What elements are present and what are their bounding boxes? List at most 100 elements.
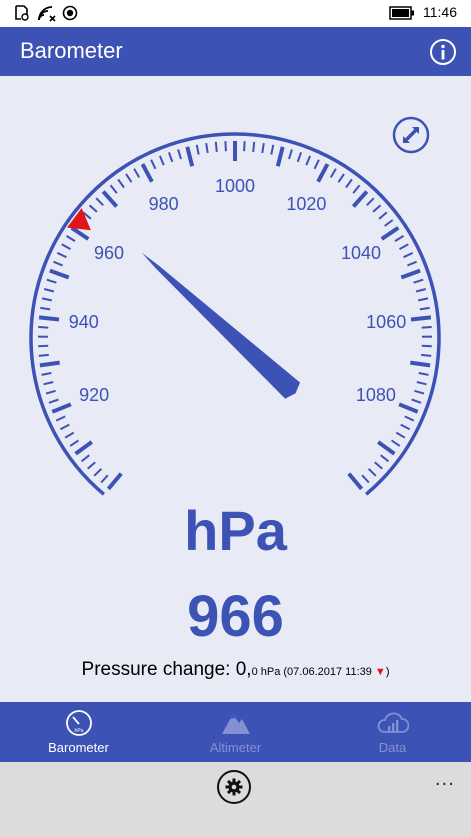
minor-tick xyxy=(38,326,49,329)
minor-tick xyxy=(205,142,209,154)
minor-tick xyxy=(380,454,390,463)
minor-tick xyxy=(150,159,157,170)
minor-tick xyxy=(367,468,377,477)
major-tick xyxy=(39,360,60,368)
cloud-chart-icon xyxy=(377,712,409,733)
minor-tick xyxy=(407,260,417,267)
tab-label: Barometer xyxy=(48,740,109,755)
pressure-value: 966 xyxy=(187,584,284,649)
major-tick xyxy=(398,402,419,414)
minor-tick xyxy=(125,173,133,183)
major-tick xyxy=(351,190,369,208)
minor-tick xyxy=(415,288,427,293)
major-tick xyxy=(74,440,93,456)
minor-tick xyxy=(378,211,388,220)
major-tick xyxy=(347,472,364,491)
minor-tick xyxy=(403,251,414,259)
minor-tick xyxy=(177,149,182,160)
gauge-label: 1040 xyxy=(341,243,381,263)
major-tick xyxy=(106,472,123,491)
gauge-label: 940 xyxy=(69,312,99,332)
minor-tick xyxy=(59,423,70,431)
minor-tick xyxy=(214,141,218,152)
info-icon[interactable] xyxy=(429,38,457,66)
major-tick xyxy=(377,440,396,456)
title-bar: Barometer xyxy=(0,27,471,76)
minor-tick xyxy=(40,306,51,311)
settings-button[interactable] xyxy=(217,770,251,804)
minor-tick xyxy=(48,398,59,404)
expand-icon[interactable] xyxy=(392,116,430,154)
major-tick xyxy=(185,146,195,167)
tab-altimeter[interactable]: Altimeter xyxy=(157,702,314,762)
tab-barometer[interactable]: hPa Barometer xyxy=(0,702,157,762)
major-tick xyxy=(51,402,72,414)
minor-tick xyxy=(366,197,375,207)
major-tick xyxy=(410,360,431,368)
app-bar: ··· xyxy=(0,762,471,837)
minor-tick xyxy=(411,398,422,404)
major-tick xyxy=(38,315,60,322)
minor-tick xyxy=(55,415,66,422)
tab-label: Altimeter xyxy=(209,740,262,755)
minor-tick xyxy=(195,144,200,155)
minor-tick xyxy=(56,251,67,259)
status-bar: 11:46 xyxy=(0,0,471,27)
minor-tick xyxy=(109,184,118,194)
minor-tick xyxy=(53,260,63,267)
unit-label: hPa xyxy=(184,499,287,562)
minor-tick xyxy=(305,155,312,166)
minor-tick xyxy=(419,306,430,311)
trend-down-icon: ▼ xyxy=(374,666,386,678)
minor-tick xyxy=(329,168,337,178)
more-button[interactable]: ··· xyxy=(435,774,455,795)
gauge-label: 980 xyxy=(149,194,179,214)
major-tick xyxy=(49,268,70,280)
tab-data[interactable]: Data xyxy=(314,702,471,762)
major-tick xyxy=(140,163,154,183)
pressure-change-detail: 0 hPa (07.06.2017 11:39 xyxy=(251,666,375,678)
gauge-needle xyxy=(142,253,300,399)
minor-tick xyxy=(395,431,406,439)
minor-tick xyxy=(38,353,49,357)
minor-tick xyxy=(404,415,415,422)
gauge-label: 1060 xyxy=(366,312,406,332)
gear-icon xyxy=(225,778,243,796)
minor-tick xyxy=(95,197,104,207)
minor-tick xyxy=(390,439,401,447)
svg-text:hPa: hPa xyxy=(75,728,84,734)
minor-tick xyxy=(421,353,432,357)
minor-tick xyxy=(93,468,103,477)
minor-tick xyxy=(345,178,353,189)
minor-tick xyxy=(270,144,275,155)
major-tick xyxy=(410,315,432,322)
minor-tick xyxy=(100,474,109,484)
major-tick xyxy=(275,146,285,167)
minor-tick xyxy=(243,141,246,152)
minor-tick xyxy=(41,297,52,302)
battery-icon xyxy=(389,6,414,20)
notification-icon xyxy=(15,5,29,21)
barometer-gauge: 920 940 960 980 1000 1020 1040 1060 1080 xyxy=(29,116,441,496)
minor-tick xyxy=(158,155,165,166)
minor-tick xyxy=(167,152,174,163)
pressure-change-close: ) xyxy=(385,666,390,678)
record-icon xyxy=(62,5,78,21)
minor-tick xyxy=(261,142,265,154)
minor-tick xyxy=(418,372,429,376)
major-tick xyxy=(380,226,400,241)
minor-tick xyxy=(421,326,432,329)
minor-tick xyxy=(61,243,71,250)
minor-tick xyxy=(80,454,90,463)
major-tick xyxy=(400,268,421,280)
minor-tick xyxy=(133,168,141,178)
minor-tick xyxy=(224,141,227,152)
minor-tick xyxy=(416,381,427,386)
app-title: Barometer xyxy=(20,38,123,63)
minor-tick xyxy=(64,431,75,439)
minor-tick xyxy=(43,381,54,386)
minor-tick xyxy=(414,389,425,395)
minor-tick xyxy=(313,159,320,170)
gauge-label: 960 xyxy=(94,243,124,263)
minor-tick xyxy=(400,423,411,431)
